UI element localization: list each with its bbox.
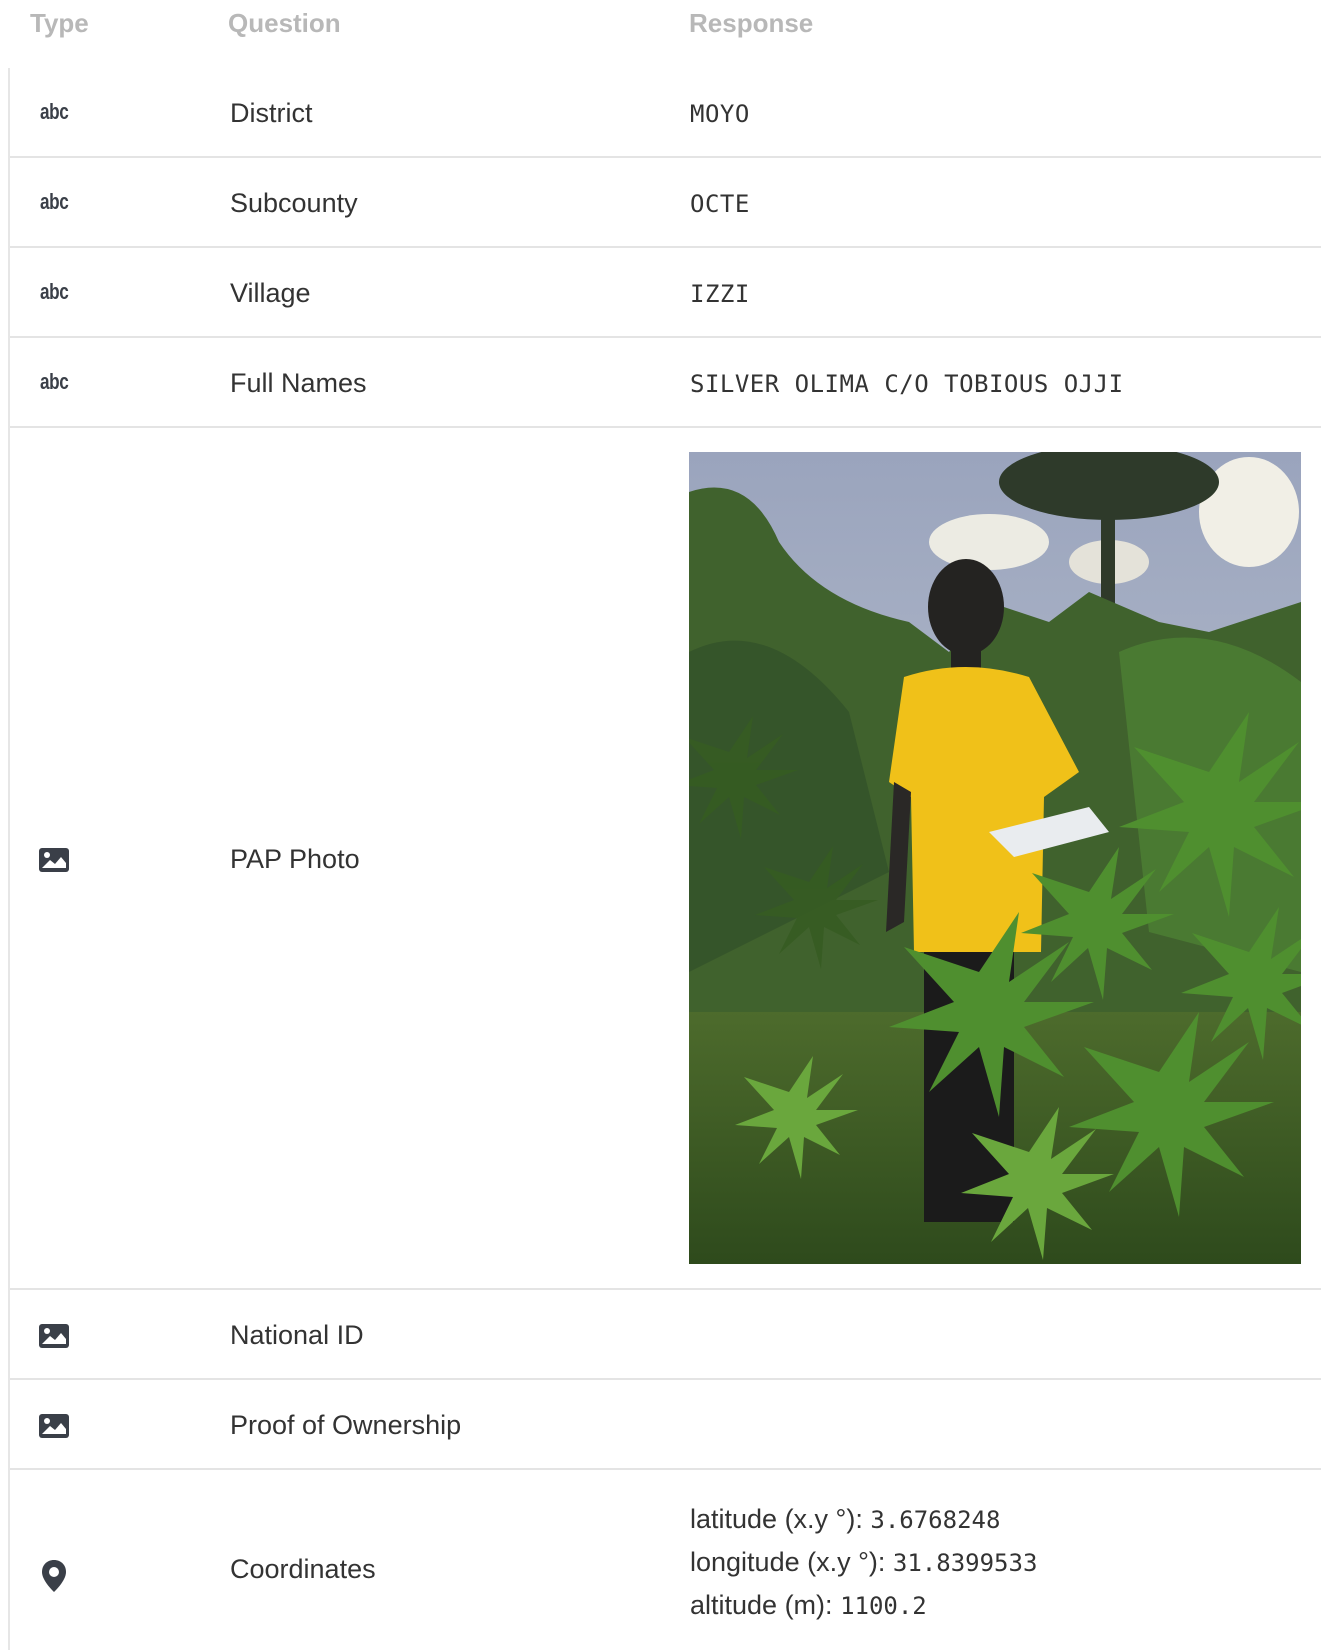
map-pin-icon [34,1558,74,1594]
table-row: abc Subcounty OCTE [10,158,1321,248]
image-icon [34,1410,74,1442]
coordinates-response: latitude (x.y °): 3.6768248 longitude (x… [690,1498,1037,1627]
question-label: Coordinates [230,1554,376,1584]
question-label: Village [230,278,311,308]
latitude-value: 3.6768248 [870,1506,1001,1534]
table-row: PAP Photo [10,428,1321,1290]
text-type-icon: abc [39,99,69,124]
altitude-line: altitude (m): 1100.2 [690,1584,1037,1627]
altitude-value: 1100.2 [840,1592,927,1620]
question-column-header: Question [228,8,341,38]
table-row: Proof of Ownership [10,1380,1321,1470]
responses-table: abc District MOYO abc Subcounty OCTE abc… [8,68,1321,1650]
longitude-value: 31.8399533 [892,1549,1038,1577]
response-value: MOYO [690,100,750,128]
latitude-label: latitude (x.y °): [690,1504,863,1534]
question-label: Subcounty [230,188,358,218]
longitude-line: longitude (x.y °): 31.8399533 [690,1541,1037,1584]
question-label: District [230,98,313,128]
response-value: SILVER OLIMA C/O TOBIOUS OJJI [690,370,1124,398]
response-value: OCTE [690,190,750,218]
text-type-icon: abc [39,369,69,394]
altitude-label: altitude (m): [690,1590,833,1620]
type-column-header: Type [30,8,89,38]
table-row: abc District MOYO [10,68,1321,158]
image-icon [34,1320,74,1352]
question-label: Proof of Ownership [230,1410,462,1440]
pap-photo[interactable] [689,452,1301,1264]
latitude-line: latitude (x.y °): 3.6768248 [690,1498,1037,1541]
question-label: Full Names [230,368,367,398]
table-row: abc Full Names SILVER OLIMA C/O TOBIOUS … [10,338,1321,428]
table-header: Type Question Response [0,0,1321,52]
response-column-header: Response [689,8,814,38]
response-value: IZZI [690,280,750,308]
table-row: Coordinates latitude (x.y °): 3.6768248 … [10,1470,1321,1650]
text-type-icon: abc [39,189,69,214]
longitude-label: longitude (x.y °): [690,1547,886,1577]
table-row: abc Village IZZI [10,248,1321,338]
question-label: National ID [230,1320,364,1350]
table-row: National ID [10,1290,1321,1380]
question-label: PAP Photo [230,844,360,874]
image-icon [34,844,74,876]
text-type-icon: abc [39,279,69,304]
